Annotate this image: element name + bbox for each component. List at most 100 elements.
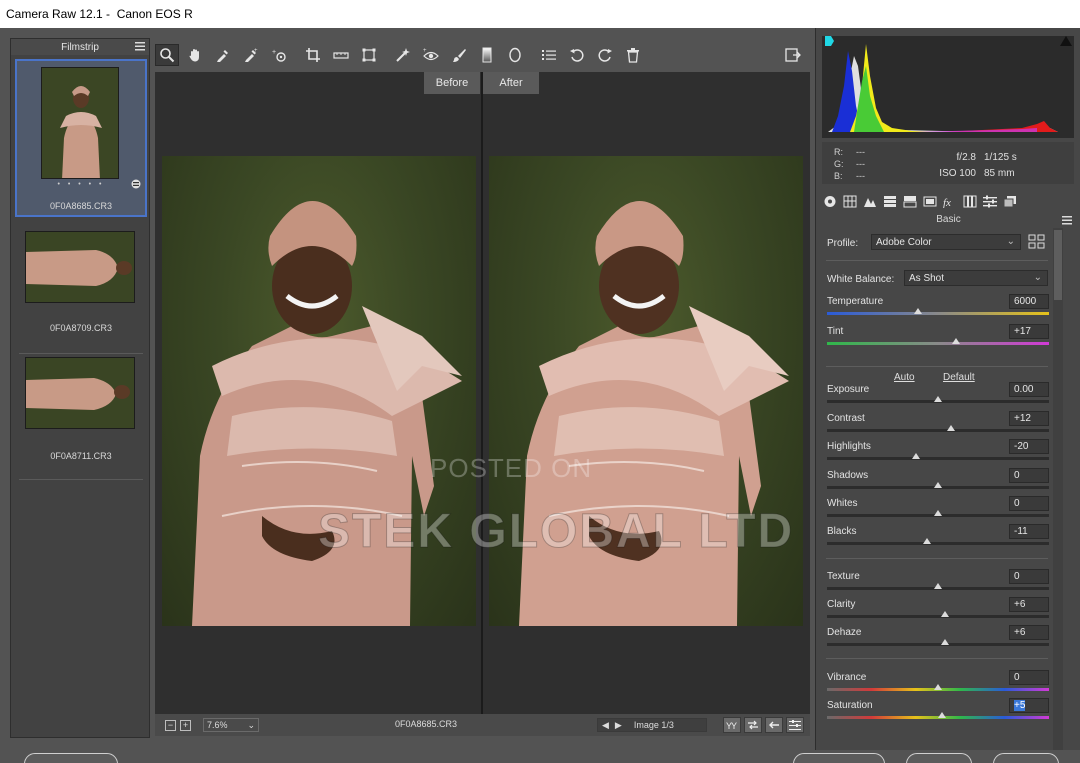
slider-thumb[interactable] xyxy=(934,583,942,589)
slider-track[interactable] xyxy=(827,429,1049,432)
profile-select[interactable]: Adobe Color ⌄ xyxy=(871,234,1021,250)
transform-tool[interactable] xyxy=(357,44,381,66)
slider-track[interactable] xyxy=(827,312,1049,315)
hand-tool[interactable] xyxy=(183,44,207,66)
straighten-tool[interactable] xyxy=(329,44,353,66)
panel-scrollbar-thumb[interactable] xyxy=(1054,230,1062,300)
tab-split-toning[interactable] xyxy=(900,193,920,209)
previous-image-icon[interactable]: ◀ xyxy=(602,720,609,731)
slider-value-input[interactable]: 0 xyxy=(1009,496,1049,511)
filmstrip-item-1[interactable]: • • • • • 0F0A8685.CR3 xyxy=(15,59,147,217)
slider-value-input[interactable]: +17 xyxy=(1009,324,1049,339)
filmstrip-menu-icon[interactable] xyxy=(135,42,145,51)
svg-text:fx: fx xyxy=(943,197,951,208)
tab-detail[interactable] xyxy=(860,193,880,209)
slider-whites: Whites 0 xyxy=(827,496,1049,526)
filmstrip-item-3[interactable]: 0F0A8711.CR3 xyxy=(15,355,147,473)
red-eye-tool[interactable]: + xyxy=(419,44,443,66)
slider-thumb[interactable] xyxy=(934,482,942,488)
tab-calibration[interactable] xyxy=(960,193,980,209)
swap-settings-button[interactable] xyxy=(744,717,762,733)
targeted-adjustment-tool[interactable]: + xyxy=(267,44,291,66)
svg-text:+: + xyxy=(254,48,258,54)
zoom-in-button[interactable]: + xyxy=(180,719,191,731)
next-image-icon[interactable]: ▶ xyxy=(615,720,622,731)
tab-presets[interactable] xyxy=(980,193,1000,209)
open-image-button[interactable] xyxy=(793,753,885,763)
slider-thumb[interactable] xyxy=(934,396,942,402)
slider-value-input[interactable]: -11 xyxy=(1009,524,1049,539)
slider-track[interactable] xyxy=(827,457,1049,460)
auto-button[interactable]: Auto xyxy=(894,372,915,383)
slider-thumb[interactable] xyxy=(934,684,942,690)
slider-value-input[interactable]: +6 xyxy=(1009,625,1049,640)
slider-track[interactable] xyxy=(827,342,1049,345)
before-after-divider[interactable] xyxy=(481,72,483,714)
fullscreen-button[interactable] xyxy=(781,44,805,66)
slider-track[interactable] xyxy=(827,615,1049,618)
crop-tool[interactable] xyxy=(301,44,325,66)
slider-thumb[interactable] xyxy=(940,611,949,617)
tab-snapshots[interactable] xyxy=(1000,193,1020,209)
slider-thumb[interactable] xyxy=(938,712,947,718)
default-button[interactable]: Default xyxy=(943,372,975,383)
spot-removal-tool[interactable] xyxy=(391,44,415,66)
tab-basic[interactable] xyxy=(820,193,840,209)
slider-value-input[interactable]: 0 xyxy=(1009,670,1049,685)
save-image-button[interactable] xyxy=(24,753,118,763)
panel-menu-icon[interactable] xyxy=(1062,216,1072,225)
tab-lens-corrections[interactable] xyxy=(920,193,940,209)
slider-thumb[interactable] xyxy=(947,425,956,431)
copy-settings-button[interactable] xyxy=(765,717,783,733)
slider-value-input[interactable]: 0.00 xyxy=(1009,382,1049,397)
panel-scrollbar[interactable] xyxy=(1053,228,1063,750)
slider-thumb[interactable] xyxy=(951,338,960,344)
filmstrip-item-2[interactable]: 0F0A8709.CR3 xyxy=(15,229,147,347)
tab-hsl[interactable] xyxy=(880,193,900,209)
slider-value-input[interactable]: -20 xyxy=(1009,439,1049,454)
preview-area[interactable]: Before After xyxy=(155,72,810,714)
slider-thumb[interactable] xyxy=(914,308,923,314)
thumbnail-rating[interactable]: • • • • • xyxy=(17,181,145,188)
before-after-view-button[interactable]: YY xyxy=(723,717,741,733)
profile-value: Adobe Color xyxy=(876,237,932,248)
r-label: R: xyxy=(834,147,843,157)
slider-thumb[interactable] xyxy=(922,538,931,544)
before-tab[interactable]: Before xyxy=(424,72,480,94)
slider-value-input[interactable]: 0 xyxy=(1009,468,1049,483)
white-balance-tool[interactable] xyxy=(211,44,235,66)
view-settings-button[interactable] xyxy=(786,717,804,733)
slider-track[interactable] xyxy=(827,643,1049,646)
radial-filter-tool[interactable] xyxy=(503,44,527,66)
slider-value-input[interactable]: +5 xyxy=(1009,698,1049,713)
graduated-filter-tool[interactable] xyxy=(475,44,499,66)
tab-tone-curve[interactable] xyxy=(840,193,860,209)
slider-thumb[interactable] xyxy=(934,510,942,516)
zoom-out-button[interactable]: − xyxy=(165,719,176,731)
slider-track[interactable] xyxy=(827,542,1049,545)
slider-value-input[interactable]: 6000 xyxy=(1009,294,1049,309)
delete-tool[interactable] xyxy=(621,44,645,66)
done-button[interactable] xyxy=(993,753,1059,763)
zoom-level-select[interactable]: 7.6% ⌄ xyxy=(203,718,259,732)
cancel-button[interactable] xyxy=(906,753,972,763)
slider-value: 0.00 xyxy=(1014,384,1034,395)
slider-value: 0 xyxy=(1014,470,1020,481)
slider-thumb[interactable] xyxy=(911,453,920,459)
thumbnail-filename: 0F0A8709.CR3 xyxy=(49,323,113,333)
slider-value-input[interactable]: 0 xyxy=(1009,569,1049,584)
adjustment-brush-tool[interactable] xyxy=(447,44,471,66)
white-balance-select[interactable]: As Shot ⌄ xyxy=(904,270,1048,286)
watermark-brand: STEK GLOBAL LTD xyxy=(317,505,795,559)
rotate-left-tool[interactable] xyxy=(565,44,589,66)
zoom-tool[interactable] xyxy=(155,44,179,66)
slider-value-input[interactable]: +6 xyxy=(1009,597,1049,612)
preferences-tool[interactable] xyxy=(537,44,561,66)
after-tab[interactable]: After xyxy=(483,72,539,94)
rotate-right-tool[interactable] xyxy=(593,44,617,66)
tab-effects[interactable]: fx xyxy=(940,193,960,209)
slider-thumb[interactable] xyxy=(940,639,949,645)
profile-browser-icon[interactable] xyxy=(1028,234,1046,250)
slider-value-input[interactable]: +12 xyxy=(1009,411,1049,426)
color-sampler-tool[interactable]: + xyxy=(239,44,263,66)
